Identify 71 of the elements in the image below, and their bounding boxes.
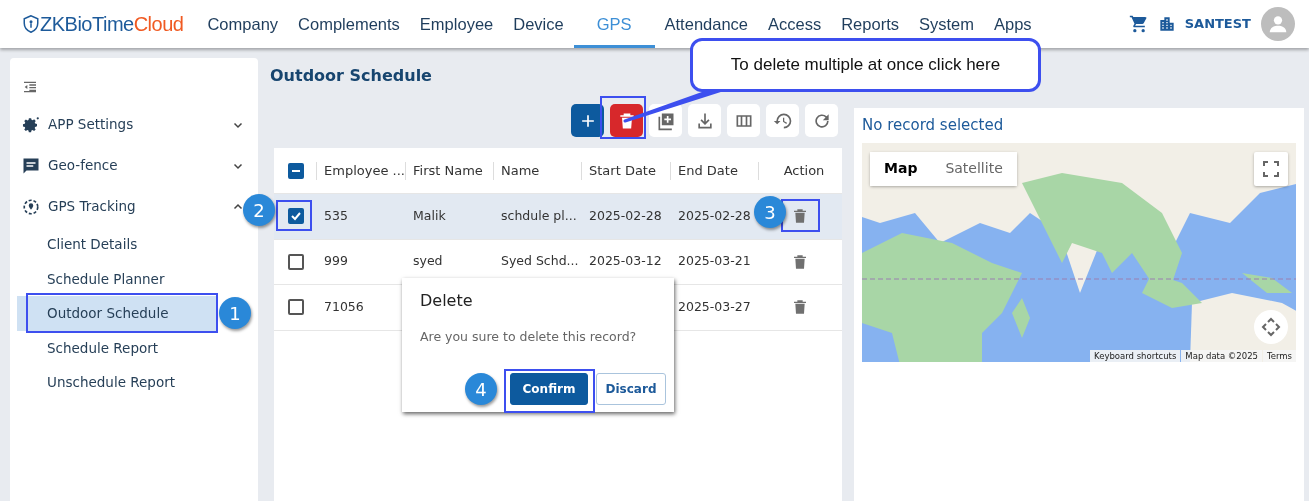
move-arrows-icon (1261, 316, 1281, 337)
dialog-message: Are you sure to delete this record? (420, 328, 638, 346)
table-cell-text: 2025-02-28 (678, 206, 751, 225)
nav-tab[interactable]: Apps (986, 8, 1040, 40)
company-name[interactable]: SANTEST (1184, 14, 1251, 34)
table-cell-text: syed (413, 252, 443, 271)
discard-button[interactable]: Discard (596, 373, 666, 405)
sidebar-subitem[interactable]: Client Details (17, 227, 217, 262)
row-checkbox[interactable] (288, 208, 304, 225)
fullscreen-icon (1263, 160, 1279, 177)
nav-tab[interactable]: Device (505, 8, 572, 40)
table-cell-text: 535 (324, 206, 348, 225)
sidebar-subitem[interactable]: Outdoor Schedule (17, 296, 217, 331)
sidebar-item[interactable]: Geo-fence (22, 145, 118, 186)
nav-tab[interactable]: Complements (290, 8, 408, 40)
nav-tab[interactable]: Access (760, 8, 830, 40)
nav-tab[interactable]: Company (199, 8, 287, 40)
table-cell-text: 2025-03-12 (589, 252, 662, 271)
delete-button[interactable] (610, 104, 643, 137)
sidebar-item[interactable]: GPS Tracking (22, 186, 136, 227)
select-all-checkbox[interactable] (288, 162, 304, 179)
cart-icon[interactable] (1128, 14, 1149, 34)
nav-tab[interactable]: Reports (833, 8, 907, 40)
shield-icon (22, 14, 40, 34)
delete-icon[interactable] (792, 207, 808, 226)
step-badge: 2 (243, 194, 275, 226)
table-cell-text: Malik (413, 206, 446, 225)
table-cell-text: 2025-02-28 (589, 206, 662, 225)
add-button[interactable] (571, 104, 604, 137)
column-header[interactable]: First Name (413, 160, 483, 181)
message-icon (22, 156, 40, 175)
map-type-tab[interactable]: Satellite (931, 151, 1017, 186)
columns-button[interactable] (727, 104, 760, 137)
nav-tab[interactable]: Employee (411, 8, 502, 40)
table-cell-text: schdule pl... (501, 206, 577, 225)
highlight-frame (600, 96, 646, 139)
column-header[interactable]: Name (501, 160, 540, 181)
nav-tab[interactable]: System (911, 8, 982, 40)
gear-icon (22, 115, 40, 134)
refresh-button[interactable] (805, 104, 838, 137)
row-checkbox[interactable] (288, 299, 304, 316)
history-button[interactable] (766, 104, 799, 137)
nav-tab[interactable]: Attendance (656, 8, 756, 40)
fullscreen-button[interactable] (1254, 151, 1288, 186)
column-header[interactable]: Action (783, 160, 825, 181)
table-cell-text: Syed Schd... (501, 252, 579, 271)
sidebar-subitem[interactable]: Schedule Report (17, 330, 217, 365)
table-cell-text: 2025-03-27 (678, 297, 751, 316)
table-cell-text: 999 (324, 252, 348, 271)
sidebar-item[interactable]: APP Settings (22, 104, 134, 145)
brand-name: ZKBioTimeCloud (40, 12, 184, 37)
delete-icon[interactable] (792, 252, 808, 271)
column-header[interactable]: Start Date (589, 160, 656, 181)
building-icon (1158, 16, 1175, 32)
collapse-menu-icon[interactable] (22, 79, 38, 95)
confirm-button[interactable]: Confirm (510, 373, 588, 405)
column-header[interactable]: End Date (678, 160, 738, 181)
table-cell-text: 2025-03-21 (678, 252, 751, 271)
highlight-frame (276, 200, 312, 231)
check-icon (290, 210, 302, 223)
sidebar-subitem[interactable]: Unschedule Report (17, 365, 217, 400)
dialog-title: Delete (420, 290, 474, 312)
map-type-tab[interactable]: Map (870, 151, 932, 186)
table-cell-text: 71056 (324, 297, 364, 316)
delete-icon[interactable] (792, 298, 808, 317)
export-button[interactable] (688, 104, 721, 137)
location-pin-icon (22, 197, 40, 216)
sidebar-subitem[interactable]: Schedule Planner (17, 261, 217, 296)
column-header[interactable]: Employee ... (324, 160, 405, 181)
row-checkbox[interactable] (288, 253, 304, 270)
detail-title: No record selected (862, 115, 1005, 136)
